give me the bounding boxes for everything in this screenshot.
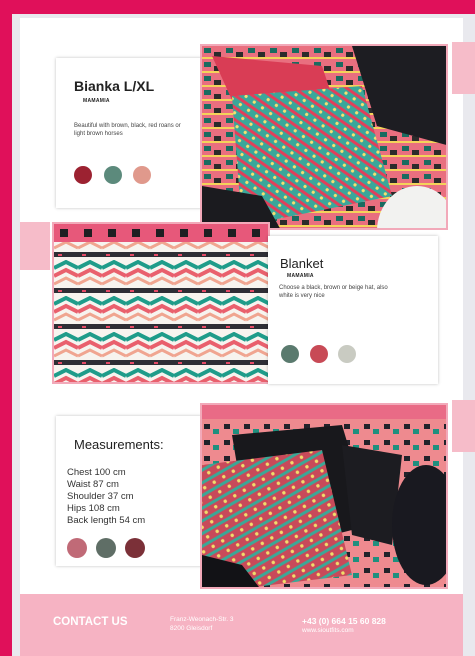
- address-line: Franz-Weonach-Str. 3: [170, 616, 234, 623]
- color-swatch: [281, 345, 299, 363]
- accent-block: [452, 400, 475, 452]
- vest-on-red-jacket-photo: [200, 44, 448, 230]
- measurement-line: Back length 54 cm: [67, 515, 146, 526]
- address-line: 8200 Gleisdorf: [170, 625, 213, 632]
- color-swatch: [310, 345, 328, 363]
- measurement-line: Chest 100 cm: [67, 467, 126, 478]
- color-swatch: [125, 538, 145, 558]
- color-swatch: [67, 538, 87, 558]
- brand-label: MAMAMIA: [83, 98, 110, 104]
- blanket-pattern-photo: [52, 222, 270, 384]
- product-description: Beautiful with brown, black, red roans o…: [74, 123, 181, 137]
- accent-block: [452, 42, 475, 94]
- measurements-title: Measurements:: [74, 437, 164, 452]
- website-link[interactable]: www.sioutfits.com: [302, 627, 354, 634]
- measurement-line: Shoulder 37 cm: [67, 491, 134, 502]
- color-swatch: [96, 538, 116, 558]
- measurement-line: Waist 87 cm: [67, 479, 119, 490]
- phone-number[interactable]: +43 (0) 664 15 60 828: [302, 616, 386, 626]
- product-description: Choose a black, brown or beige hat, also…: [279, 285, 388, 299]
- vest-on-black-jacket-photo: [200, 403, 448, 589]
- contact-heading: CONTACT US: [53, 616, 128, 628]
- accent-block: [20, 222, 50, 270]
- color-swatch: [133, 166, 151, 184]
- contact-footer: CONTACT US Franz-Weonach-Str. 3 8200 Gle…: [20, 594, 463, 656]
- measurement-line: Hips 108 cm: [67, 503, 120, 514]
- color-swatch: [338, 345, 356, 363]
- brand-label: MAMAMIA: [287, 273, 314, 279]
- product-title: Bianka L/XL: [74, 78, 155, 94]
- color-swatch: [104, 166, 122, 184]
- product-title: Blanket: [280, 256, 324, 271]
- color-swatch: [74, 166, 92, 184]
